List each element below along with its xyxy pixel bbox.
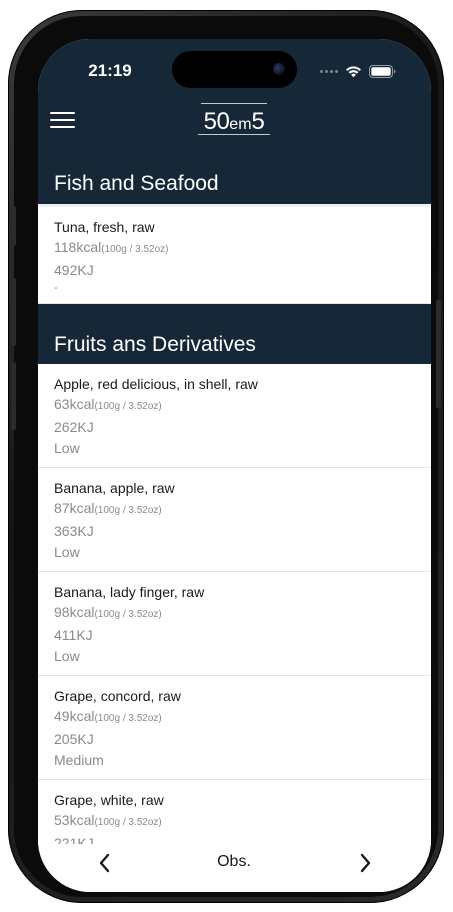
obs-button[interactable]: Obs. [198, 853, 270, 871]
item-level: - [54, 282, 58, 294]
battery-icon [369, 64, 396, 78]
wifi-icon [346, 65, 361, 77]
item-level: Low [54, 440, 80, 456]
action-button [11, 206, 16, 246]
cellular-signal-icon [320, 69, 338, 73]
item-kj: 221KJ [54, 835, 94, 844]
item-kcal: 87kcal(100g / 3.52oz) [54, 500, 162, 516]
item-name: Tuna, fresh, raw [54, 219, 155, 235]
item-name: Apple, red delicious, in shell, raw [54, 376, 258, 392]
front-camera-icon [273, 63, 285, 75]
item-kcal: 49kcal(100g / 3.52oz) [54, 708, 162, 724]
list-item[interactable]: Grape, white, raw 53kcal(100g / 3.52oz) … [38, 780, 431, 844]
list-item[interactable]: Tuna, fresh, raw 118kcal(100g / 3.52oz) … [38, 207, 431, 304]
item-name: Banana, lady finger, raw [54, 584, 205, 600]
item-kj: 363KJ [54, 523, 94, 539]
hamburger-menu-icon[interactable] [50, 109, 76, 131]
item-kcal: 63kcal(100g / 3.52oz) [54, 396, 162, 412]
bottom-nav-bar: Obs. [38, 844, 431, 892]
list-item[interactable]: Apple, red delicious, in shell, raw 63kc… [38, 364, 431, 468]
item-kcal: 98kcal(100g / 3.52oz) [54, 604, 162, 620]
dynamic-island [172, 51, 297, 88]
screen: 21:19 50 em 5 Fish and Seafood Tuna, fre… [38, 39, 431, 892]
item-level: Medium [54, 752, 104, 768]
list-item[interactable]: Banana, lady finger, raw 98kcal(100g / 3… [38, 572, 431, 676]
section-header-fruits: Fruits ans Derivatives [38, 304, 431, 364]
phone-frame: 21:19 50 em 5 Fish and Seafood Tuna, fre… [8, 10, 444, 903]
item-kcal: 53kcal(100g / 3.52oz) [54, 812, 162, 828]
list-item[interactable]: Grape, concord, raw 49kcal(100g / 3.52oz… [38, 676, 431, 780]
item-name: Grape, concord, raw [54, 688, 181, 704]
item-name: Grape, white, raw [54, 792, 164, 808]
chevron-right-icon[interactable] [356, 850, 376, 876]
chevron-left-icon[interactable] [94, 850, 114, 876]
item-level: Low [54, 544, 80, 560]
volume-up-button [11, 278, 16, 346]
item-kj: 492KJ [54, 262, 94, 278]
item-level: Low [54, 648, 80, 664]
app-header: 21:19 50 em 5 [38, 39, 431, 169]
section-header-fish-seafood: Fish and Seafood [38, 169, 431, 207]
item-kj: 262KJ [54, 419, 94, 435]
power-button [436, 300, 441, 408]
status-time: 21:19 [88, 61, 132, 80]
volume-down-button [11, 362, 16, 430]
item-name: Banana, apple, raw [54, 480, 175, 496]
item-kj: 205KJ [54, 731, 94, 747]
item-kj: 411KJ [54, 627, 93, 643]
status-icons [320, 63, 396, 79]
food-list[interactable]: Fish and Seafood Tuna, fresh, raw 118kca… [38, 169, 431, 844]
list-item[interactable]: Banana, apple, raw 87kcal(100g / 3.52oz)… [38, 468, 431, 572]
item-kcal: 118kcal(100g / 3.52oz) [54, 239, 169, 255]
app-logo: 50 em 5 [198, 101, 270, 135]
